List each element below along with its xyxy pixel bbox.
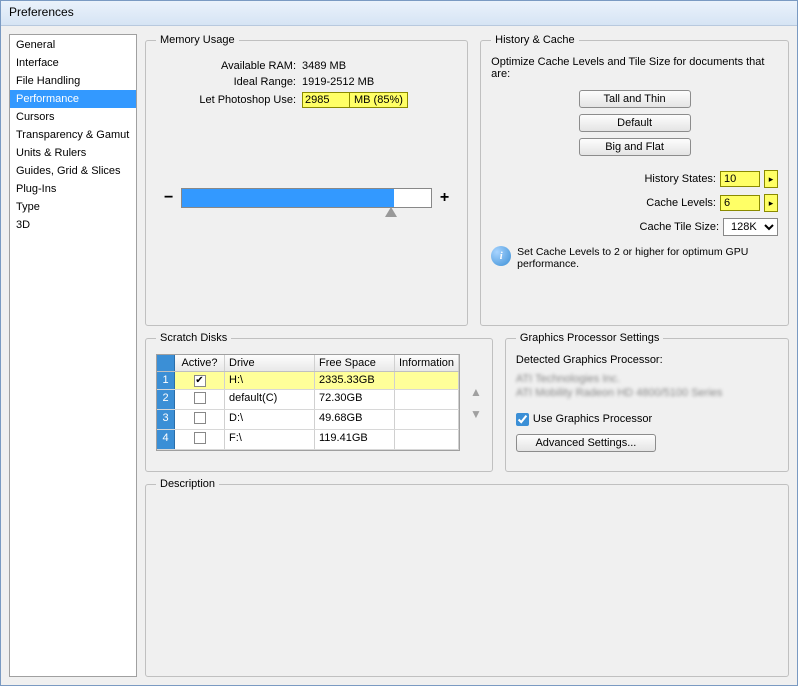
col-free-header: Free Space: [315, 355, 395, 371]
sidebar-item-plug-ins[interactable]: Plug-Ins: [10, 180, 136, 198]
sidebar-item-file-handling[interactable]: File Handling: [10, 72, 136, 90]
row-num: 3: [157, 410, 175, 429]
cache-levels-spinner[interactable]: ▸: [764, 194, 778, 212]
move-up-icon[interactable]: ▲: [470, 385, 482, 399]
gpu-legend: Graphics Processor Settings: [516, 332, 663, 344]
memory-use-unit: MB (85%): [350, 92, 408, 108]
table-row[interactable]: 2 default(C)72.30GB: [157, 390, 459, 410]
memory-slider[interactable]: [181, 188, 431, 208]
scratch-disks-group: Scratch Disks Active? Drive Free Space I…: [145, 332, 493, 472]
col-info-header: Information: [395, 355, 459, 371]
row-free: 72.30GB: [315, 390, 395, 409]
history-states-input[interactable]: [720, 171, 760, 187]
default-button[interactable]: Default: [579, 114, 691, 132]
window-titlebar: Preferences: [1, 1, 797, 26]
sidebar-item-interface[interactable]: Interface: [10, 54, 136, 72]
slider-plus[interactable]: +: [432, 189, 457, 207]
row-info: [395, 390, 459, 409]
move-down-icon[interactable]: ▼: [470, 407, 482, 421]
history-states-label: History States:: [644, 173, 716, 185]
sidebar-item-type[interactable]: Type: [10, 198, 136, 216]
preferences-window: Preferences GeneralInterfaceFile Handlin…: [0, 0, 798, 686]
row-active[interactable]: [175, 430, 225, 449]
table-row[interactable]: 4 F:\119.41GB: [157, 430, 459, 450]
category-sidebar: GeneralInterfaceFile HandlingPerformance…: [9, 34, 137, 677]
row-info: [395, 410, 459, 429]
row-drive: F:\: [225, 430, 315, 449]
row-active[interactable]: ✔: [175, 372, 225, 389]
sidebar-item-units-rulers[interactable]: Units & Rulers: [10, 144, 136, 162]
cache-tile-label: Cache Tile Size:: [640, 221, 719, 233]
row-drive: H:\: [225, 372, 315, 389]
col-active-header: Active?: [175, 355, 225, 371]
let-use-label: Let Photoshop Use:: [156, 94, 296, 106]
cache-tile-select[interactable]: 128K: [723, 218, 778, 236]
table-row[interactable]: 3 D:\49.68GB: [157, 410, 459, 430]
description-legend: Description: [156, 478, 219, 490]
tall-thin-button[interactable]: Tall and Thin: [579, 90, 691, 108]
row-info: [395, 430, 459, 449]
gpu-settings-group: Graphics Processor Settings Detected Gra…: [505, 332, 789, 472]
row-free: 49.68GB: [315, 410, 395, 429]
window-title: Preferences: [9, 5, 74, 19]
cache-levels-input[interactable]: [720, 195, 760, 211]
row-free: 119.41GB: [315, 430, 395, 449]
description-group: Description: [145, 478, 789, 677]
main-panel: Memory Usage Available RAM: 3489 MB Idea…: [145, 34, 789, 677]
slider-fill: [182, 189, 393, 207]
history-states-spinner[interactable]: ▸: [764, 170, 778, 188]
sidebar-item--d[interactable]: 3D: [10, 216, 136, 234]
history-intro: Optimize Cache Levels and Tile Size for …: [491, 56, 778, 80]
slider-minus[interactable]: −: [156, 189, 181, 207]
memory-use-input[interactable]: [302, 92, 350, 108]
reorder-arrows: ▲ ▼: [470, 385, 482, 421]
sidebar-item-performance[interactable]: Performance: [10, 90, 136, 108]
cache-levels-label: Cache Levels:: [646, 197, 716, 209]
row-free: 2335.33GB: [315, 372, 395, 389]
col-num-header: [157, 355, 175, 371]
use-gpu-checkbox[interactable]: [516, 413, 529, 426]
detected-gpu-value: ATI Technologies Inc.ATI Mobility Radeon…: [516, 372, 778, 401]
row-num: 4: [157, 430, 175, 449]
big-flat-button[interactable]: Big and Flat: [579, 138, 691, 156]
history-cache-group: History & Cache Optimize Cache Levels an…: [480, 34, 789, 326]
row-active[interactable]: [175, 410, 225, 429]
row-num: 1: [157, 372, 175, 389]
advanced-settings-button[interactable]: Advanced Settings...: [516, 434, 656, 452]
ideal-range-value: 1919-2512 MB: [302, 76, 374, 88]
col-drive-header: Drive: [225, 355, 315, 371]
sidebar-item-general[interactable]: General: [10, 36, 136, 54]
memory-usage-group: Memory Usage Available RAM: 3489 MB Idea…: [145, 34, 468, 326]
scratch-legend: Scratch Disks: [156, 332, 231, 344]
ideal-range-label: Ideal Range:: [156, 76, 296, 88]
slider-thumb[interactable]: [385, 207, 397, 217]
row-active[interactable]: [175, 390, 225, 409]
history-legend: History & Cache: [491, 34, 578, 46]
content-area: GeneralInterfaceFile HandlingPerformance…: [1, 26, 797, 685]
sidebar-item-cursors[interactable]: Cursors: [10, 108, 136, 126]
available-ram-label: Available RAM:: [156, 60, 296, 72]
row-drive: default(C): [225, 390, 315, 409]
sidebar-item-transparency-gamut[interactable]: Transparency & Gamut: [10, 126, 136, 144]
scratch-table: Active? Drive Free Space Information 1✔H…: [156, 354, 460, 451]
row-num: 2: [157, 390, 175, 409]
use-gpu-label: Use Graphics Processor: [533, 413, 652, 425]
info-icon: i: [491, 246, 511, 266]
memory-legend: Memory Usage: [156, 34, 239, 46]
detected-gpu-label: Detected Graphics Processor:: [516, 354, 778, 366]
row-info: [395, 372, 459, 389]
info-text: Set Cache Levels to 2 or higher for opti…: [517, 246, 778, 270]
table-row[interactable]: 1✔H:\2335.33GB: [157, 372, 459, 390]
row-drive: D:\: [225, 410, 315, 429]
available-ram-value: 3489 MB: [302, 60, 346, 72]
sidebar-item-guides-grid-slices[interactable]: Guides, Grid & Slices: [10, 162, 136, 180]
